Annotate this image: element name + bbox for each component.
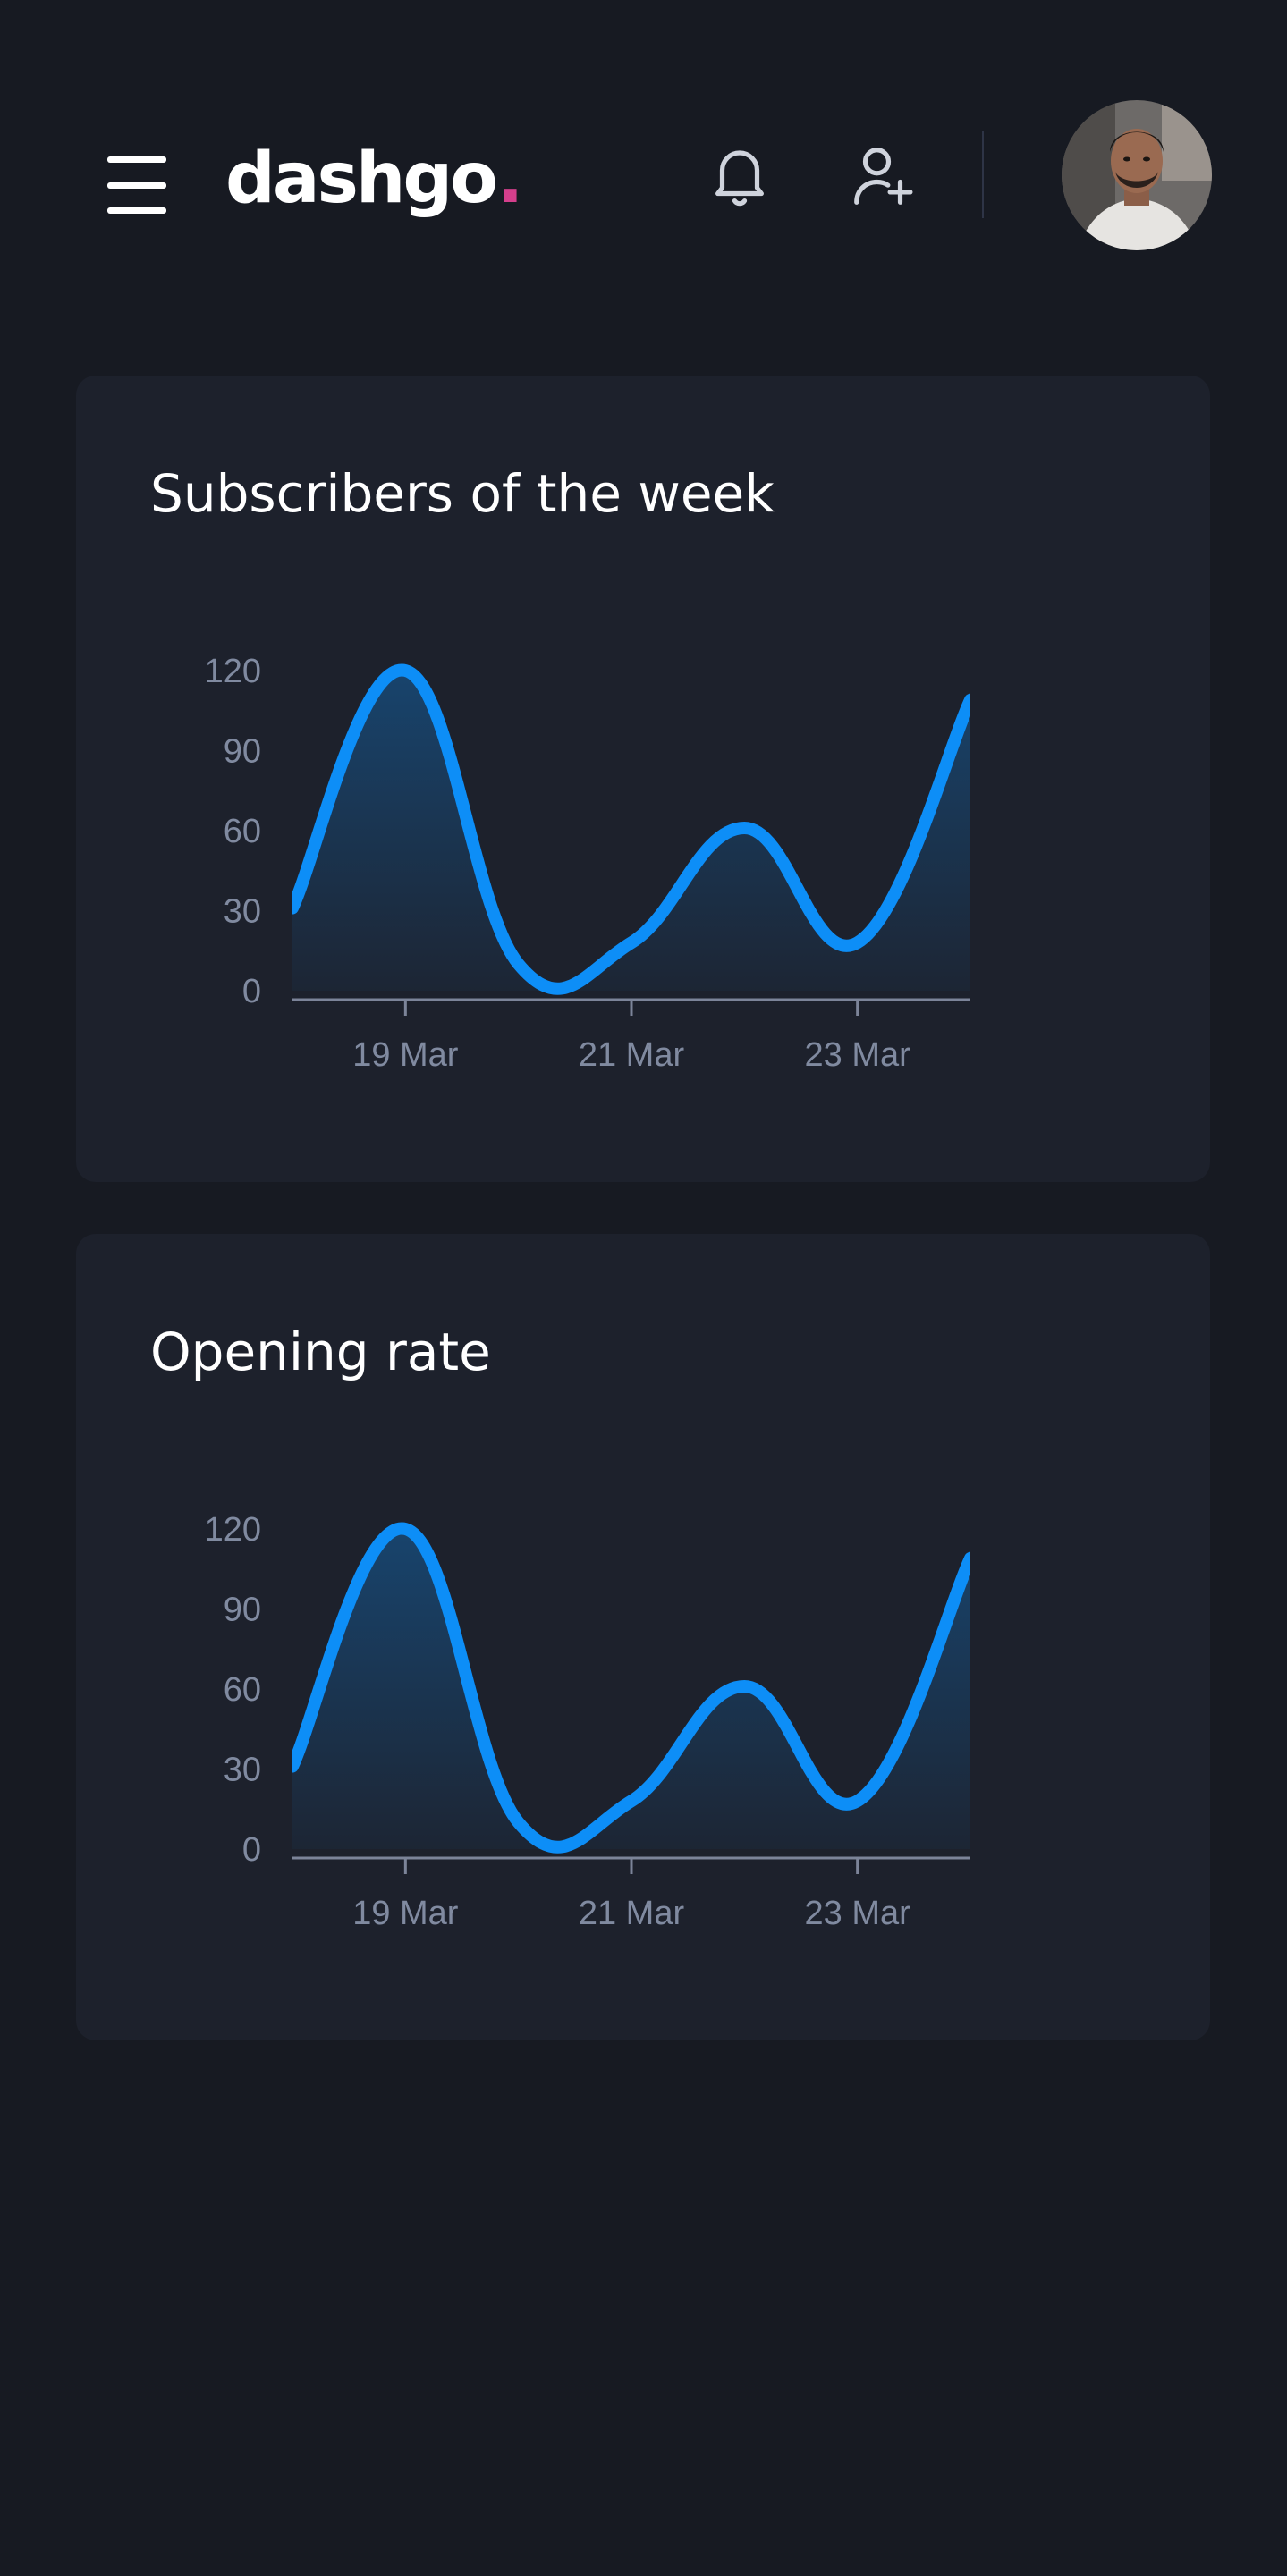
logo-text: dashgo [225, 139, 498, 219]
y-tick-label: 30 [224, 1752, 261, 1789]
notifications-button[interactable] [705, 141, 775, 211]
user-avatar[interactable] [1062, 100, 1212, 250]
y-tick-label: 0 [242, 973, 261, 1010]
x-tick-label: 21 Mar [579, 1895, 685, 1932]
data-point-2021-03-22 [738, 822, 750, 834]
opening-rate-card: Opening rate 19 Mar 21 Mar 23 Mar 0 30 60 90 12… [76, 1234, 1210, 2040]
opening-rate-area-chart: 19 Mar 21 Mar 23 Mar 0 30 60 90 120 [205, 1511, 977, 1932]
y-tick-label: 0 [242, 1831, 261, 1869]
top-header: dashgo. [0, 0, 1287, 358]
x-tick-label: 19 Mar [352, 1895, 459, 1932]
y-tick-label: 30 [224, 893, 261, 931]
x-tick-label: 19 Mar [352, 1036, 459, 1074]
data-point-2021-03-18 [286, 1761, 299, 1773]
app-logo: dashgo. [225, 134, 524, 224]
subscribers-card: Subscribers of the week 19 Mar 21 Mar 23 M… [76, 376, 1210, 1182]
data-point-2021-03-21 [625, 1795, 638, 1807]
data-point-2021-03-24 [964, 1552, 977, 1565]
data-point-2021-03-19 [399, 1523, 411, 1535]
data-point-2021-03-22 [738, 1680, 750, 1693]
data-point-2021-03-24 [964, 694, 977, 706]
data-point-2021-03-23 [851, 936, 864, 949]
x-tick-label: 21 Mar [579, 1036, 685, 1074]
x-tick-label: 23 Mar [805, 1895, 911, 1932]
add-user-button[interactable] [848, 141, 918, 211]
avatar-photo [1062, 100, 1212, 250]
y-tick-label: 90 [224, 1592, 261, 1629]
y-tick-label: 120 [205, 653, 261, 690]
data-point-2021-03-20 [512, 958, 525, 970]
data-point-2021-03-19 [399, 664, 411, 677]
subscribers-area-chart: 19 Mar 21 Mar 23 Mar 0 30 60 90 120 [205, 653, 977, 1074]
y-tick-label: 60 [224, 813, 261, 850]
data-point-2021-03-18 [286, 902, 299, 915]
data-point-2021-03-20 [512, 1816, 525, 1829]
data-point-2021-03-23 [851, 1795, 864, 1807]
x-tick-label: 23 Mar [805, 1036, 911, 1074]
y-tick-label: 120 [205, 1511, 261, 1549]
data-point-2021-03-21 [625, 936, 638, 949]
hamburger-menu-icon[interactable] [107, 156, 166, 214]
logo-dot: . [496, 139, 524, 219]
header-divider [982, 131, 984, 218]
y-tick-label: 90 [224, 733, 261, 771]
bell-icon [715, 150, 764, 207]
y-tick-label: 60 [224, 1671, 261, 1709]
user-plus-icon [854, 148, 913, 205]
